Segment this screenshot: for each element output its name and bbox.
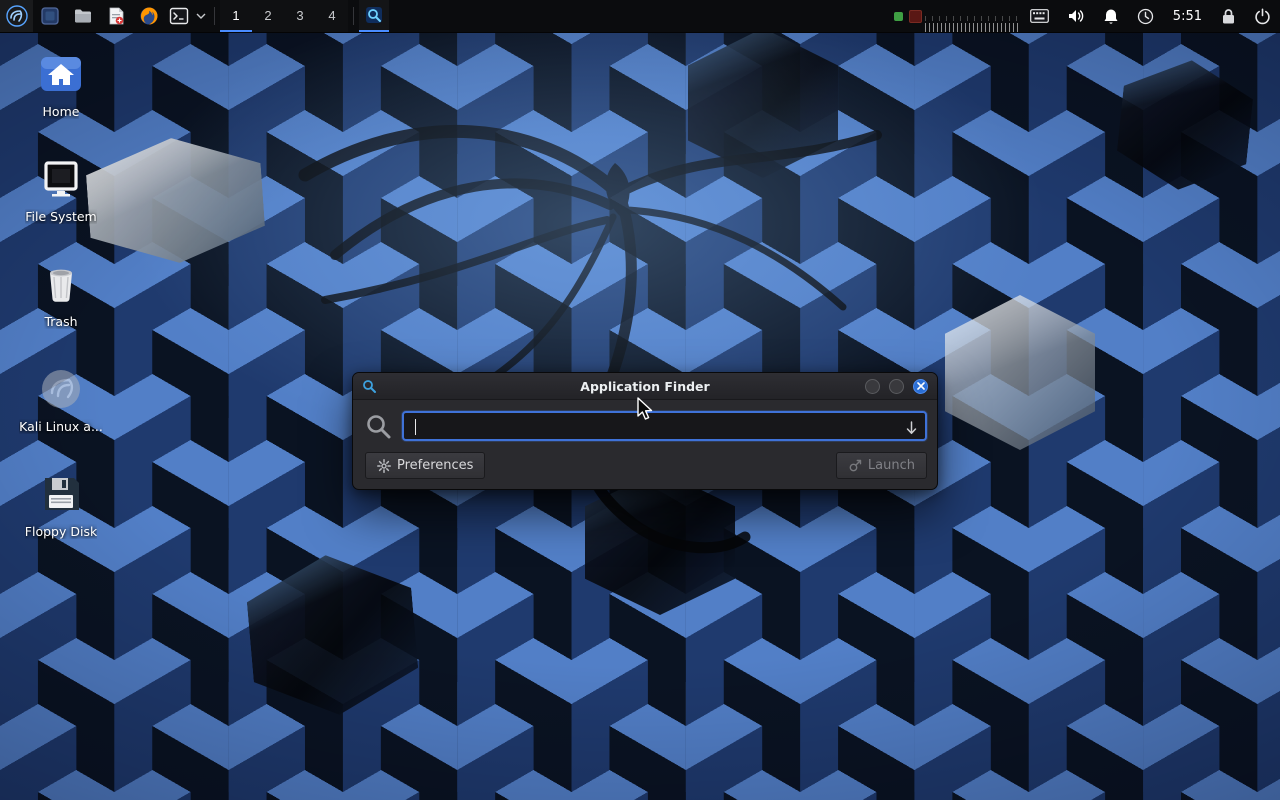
- volume-icon: [1067, 8, 1085, 24]
- floppy-disk-icon: [37, 470, 85, 518]
- circular-arrow-icon: [1137, 8, 1154, 25]
- window-title: Application Finder: [353, 379, 937, 394]
- desktop-icon-trash[interactable]: Trash: [18, 260, 104, 329]
- desktop-icon-label: Trash: [44, 314, 77, 329]
- indicator-red-icon[interactable]: [909, 10, 922, 23]
- kali-logo-icon: [6, 5, 28, 27]
- file-system-icon: [37, 155, 85, 203]
- workspace-2[interactable]: 2: [252, 0, 284, 32]
- desktop-icon-label: Kali Linux a...: [19, 419, 103, 434]
- workspace-1[interactable]: 1: [220, 0, 252, 32]
- chevron-down-icon: [196, 13, 206, 19]
- search-icon: [365, 413, 392, 440]
- kali-menu-button[interactable]: [0, 0, 33, 32]
- titlebar[interactable]: Application Finder: [353, 373, 937, 400]
- volume-tray-button[interactable]: [1058, 0, 1094, 32]
- window-title-icon: [362, 379, 377, 394]
- kali-installer-icon: [37, 365, 85, 413]
- glass-cube-decoration: [84, 132, 267, 269]
- desktop-icon-list: Home File System Trash: [18, 50, 104, 575]
- glass-cube-decoration: [1114, 54, 1257, 197]
- maximize-button[interactable]: [889, 379, 904, 394]
- desktop-icon-kali-installer[interactable]: Kali Linux a...: [18, 365, 104, 434]
- terminal-dropdown-button[interactable]: [193, 0, 209, 32]
- keyboard-tray-button[interactable]: [1021, 0, 1058, 32]
- launch-button[interactable]: Launch: [836, 452, 927, 479]
- desktop-icon-floppy-disk[interactable]: Floppy Disk: [18, 470, 104, 539]
- desktop-icon-home[interactable]: Home: [18, 50, 104, 119]
- panel-right: 5:51: [891, 0, 1280, 32]
- home-icon: [37, 50, 85, 98]
- lock-tray-button[interactable]: [1212, 0, 1245, 32]
- app-finder-icon: [365, 6, 383, 24]
- file-manager-launcher[interactable]: [66, 0, 99, 32]
- top-panel: 1 2 3 4: [0, 0, 1280, 33]
- indicator-green-icon[interactable]: [894, 12, 903, 21]
- bell-icon: [1103, 8, 1119, 25]
- close-icon: [917, 382, 925, 390]
- application-finder-window: Application Finder: [352, 372, 938, 490]
- panel-separator: [353, 7, 354, 25]
- launch-label: Launch: [868, 458, 915, 473]
- lock-icon: [1221, 8, 1236, 25]
- trash-icon: [37, 260, 85, 308]
- search-input[interactable]: [404, 413, 925, 439]
- notifications-tray-button[interactable]: [1094, 0, 1128, 32]
- desktop-icon-label: Floppy Disk: [25, 524, 97, 539]
- kali-dragon-silhouette: [265, 95, 915, 565]
- text-editor-icon: [106, 6, 126, 26]
- folder-icon: [73, 6, 93, 26]
- power-tray-button[interactable]: [1245, 0, 1280, 32]
- workspace-4[interactable]: 4: [316, 0, 348, 32]
- firefox-icon: [139, 6, 159, 26]
- desktop-icon-label: Home: [43, 104, 80, 119]
- dialog-body: Preferences Launch: [353, 400, 937, 489]
- panel-separator: [214, 7, 215, 25]
- search-entry: [402, 411, 927, 441]
- terminal-icon: [169, 6, 189, 26]
- firefox-launcher[interactable]: [132, 0, 165, 32]
- keyboard-icon: [1030, 9, 1049, 23]
- clock[interactable]: 5:51: [1163, 0, 1212, 32]
- terminal-launcher[interactable]: [165, 0, 193, 32]
- window-app-launcher[interactable]: [33, 0, 66, 32]
- power-icon: [1254, 8, 1271, 25]
- glass-cube-decoration: [688, 28, 838, 178]
- panel-left: 1 2 3 4: [0, 0, 389, 32]
- sync-status-tray-button[interactable]: [1128, 0, 1163, 32]
- window-controls: [865, 379, 928, 394]
- minimize-button[interactable]: [865, 379, 880, 394]
- workspace-3[interactable]: 3: [284, 0, 316, 32]
- gear-icon: [377, 459, 391, 473]
- system-monitor-graph[interactable]: [925, 0, 1021, 32]
- close-button[interactable]: [913, 379, 928, 394]
- window-app-icon: [40, 6, 60, 26]
- desktop-icon-label: File System: [25, 209, 97, 224]
- launch-icon: [848, 459, 862, 473]
- preferences-label: Preferences: [397, 458, 473, 473]
- taskbar-application-finder[interactable]: [359, 0, 389, 32]
- desktop-icon-file-system[interactable]: File System: [18, 155, 104, 224]
- glass-cube-decoration: [585, 470, 735, 615]
- dropdown-arrow-icon[interactable]: [905, 421, 918, 435]
- preferences-button[interactable]: Preferences: [365, 452, 485, 479]
- glass-cube-decoration: [243, 548, 421, 722]
- text-editor-launcher[interactable]: [99, 0, 132, 32]
- glass-cube-decoration: [945, 295, 1095, 450]
